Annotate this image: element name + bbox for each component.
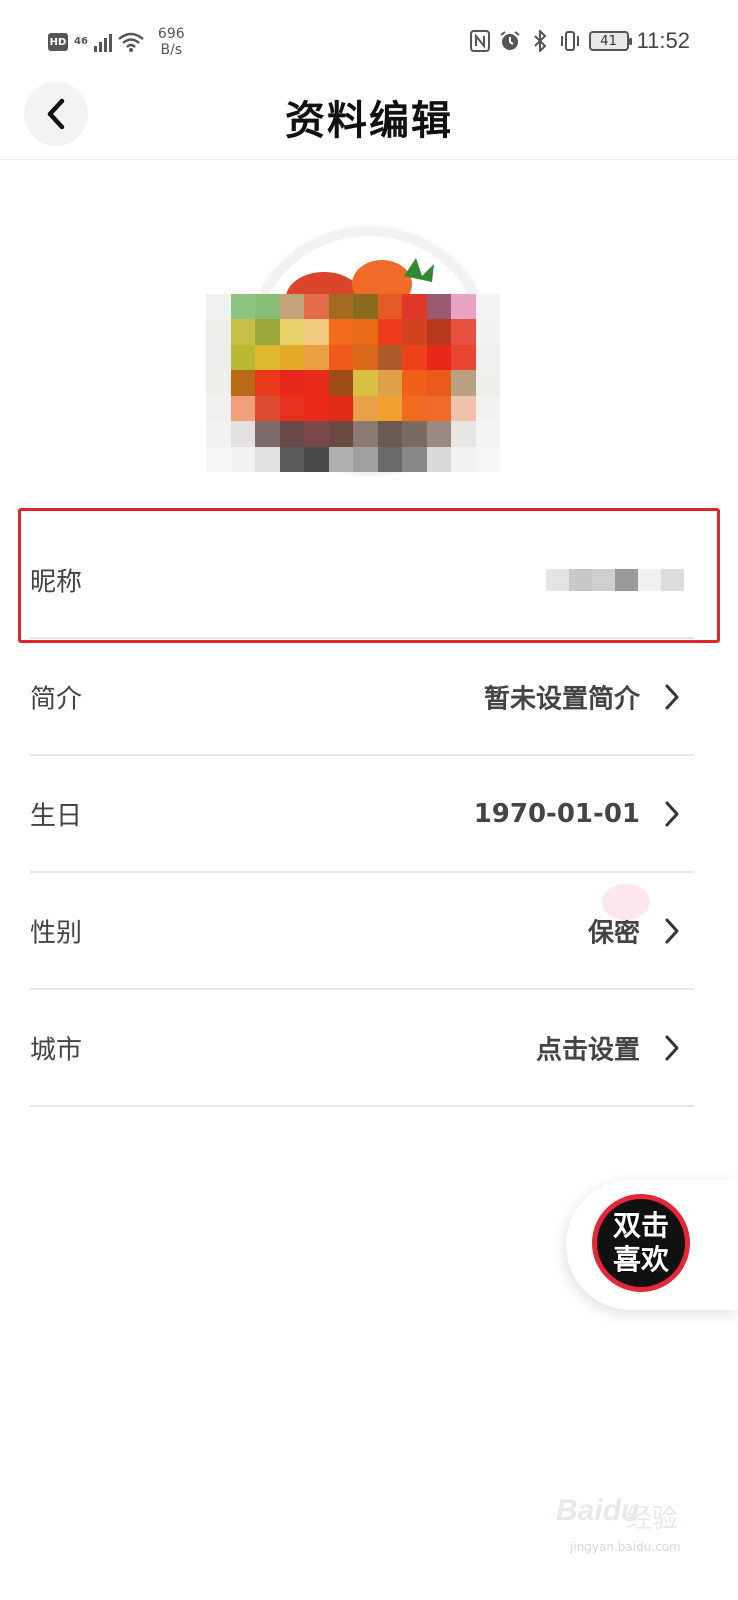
wifi-icon — [118, 32, 144, 52]
avatar-redaction-mosaic — [206, 294, 500, 472]
speed-unit: B/s — [160, 42, 183, 58]
battery-level: 41 — [600, 33, 617, 49]
watermark-cn: 经验 — [626, 1504, 679, 1534]
battery-icon: 41 — [588, 31, 632, 51]
page-title: 资料编辑 — [285, 98, 453, 144]
watermark-url: jingyan.baidu.com — [570, 1540, 681, 1554]
status-bar: HD 46 696 B/s 41 11:52 — [0, 0, 738, 80]
chevron-right-icon — [665, 918, 679, 943]
bio-row[interactable]: 简介 暂未设置简介 — [30, 639, 694, 756]
decorative-blob — [602, 884, 650, 920]
city-label: 城市 — [30, 1035, 83, 1065]
hd-badge: HD — [48, 33, 68, 51]
birthday-label: 生日 — [30, 801, 83, 831]
gender-row[interactable]: 性别 保密 — [30, 873, 694, 990]
profile-field-list: 昵称 简介 暂未设置简介 生日 1970-01-01 性别 保密 城市 点击设置 — [30, 522, 694, 1107]
nickname-row[interactable]: 昵称 — [30, 522, 694, 639]
nickname-label: 昵称 — [30, 567, 83, 597]
city-row[interactable]: 城市 点击设置 — [30, 990, 694, 1107]
like-circle: 双击 喜欢 — [592, 1194, 690, 1292]
nfc-icon — [469, 30, 491, 52]
city-value: 点击设置 — [535, 1035, 640, 1065]
like-text-line2: 喜欢 — [612, 1243, 669, 1276]
vibrate-icon — [559, 30, 581, 52]
chevron-right-icon — [665, 1035, 679, 1060]
network-type: 46 — [74, 36, 88, 47]
signal-icon — [93, 32, 112, 52]
like-text-line1: 双击 — [612, 1209, 669, 1242]
chevron-right-icon — [665, 684, 679, 709]
alarm-icon — [499, 30, 521, 52]
bluetooth-icon — [529, 30, 551, 52]
nickname-redaction-mosaic — [546, 568, 684, 591]
chevron-right-icon — [665, 801, 679, 826]
birthday-row[interactable]: 生日 1970-01-01 — [30, 756, 694, 873]
clock: 11:52 — [636, 28, 690, 53]
bio-label: 简介 — [30, 684, 83, 714]
bio-value: 暂未设置简介 — [483, 684, 640, 714]
header-bar: 资料编辑 — [0, 80, 738, 160]
speed-value: 696 — [157, 26, 185, 42]
double-tap-like-button[interactable]: 双击 喜欢 — [566, 1180, 738, 1310]
gender-label: 性别 — [30, 918, 83, 948]
network-speed: 696 B/s — [158, 26, 185, 58]
baidu-watermark: Baidu 经验 — [556, 1494, 706, 1534]
status-left: HD 46 696 B/s — [48, 26, 185, 58]
birthday-value: 1970-01-01 — [473, 798, 640, 829]
status-right: 41 11:52 — [469, 28, 690, 54]
